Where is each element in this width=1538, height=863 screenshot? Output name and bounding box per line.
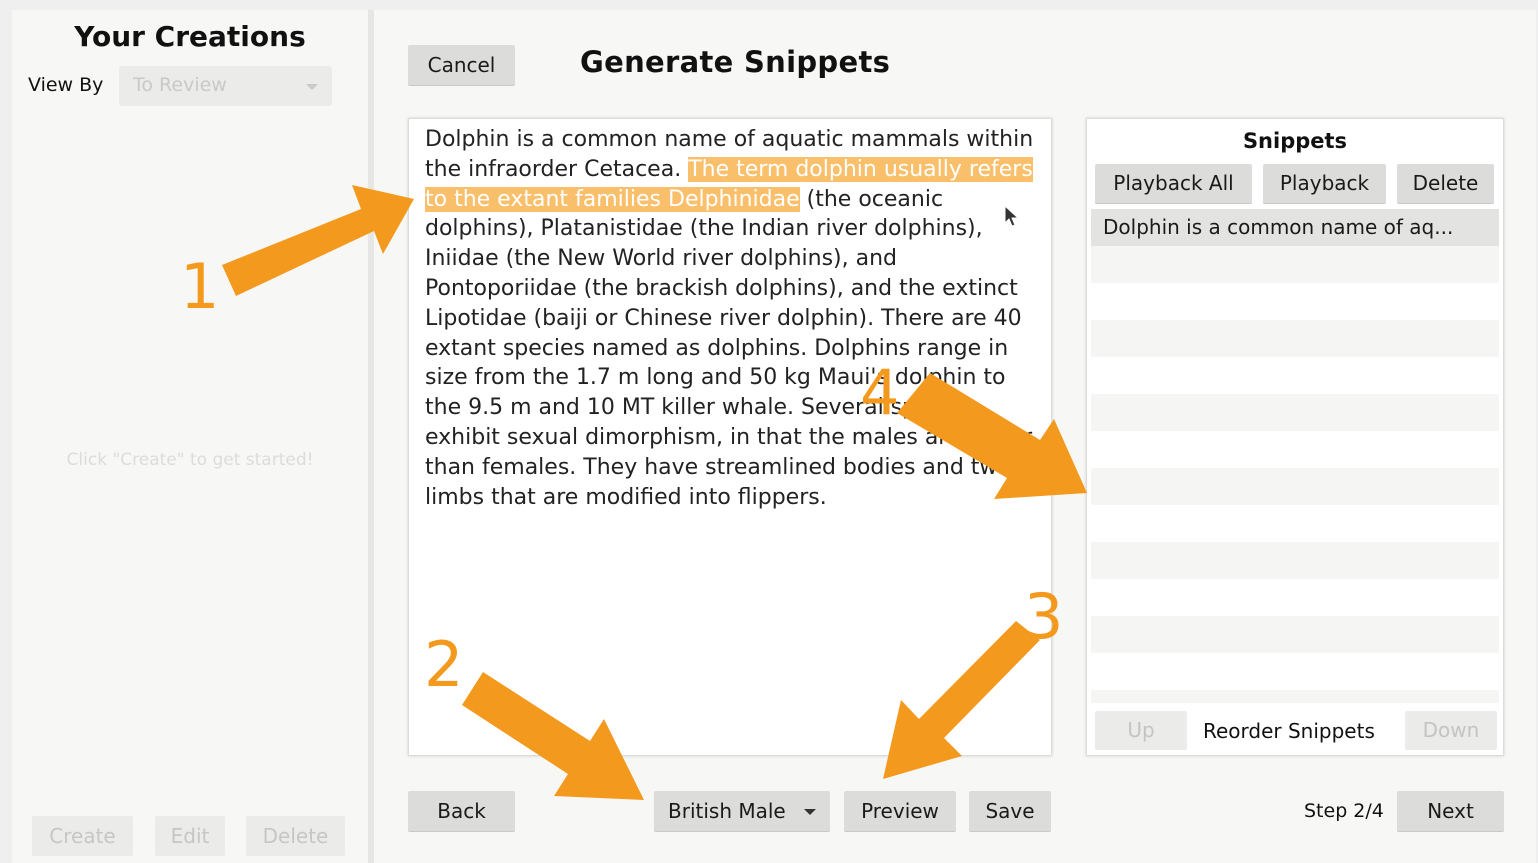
voice-value: British Male: [668, 799, 786, 823]
chevron-down-icon: [306, 84, 318, 90]
step-number-1: 1: [180, 250, 220, 323]
list-item: [1091, 542, 1499, 579]
list-item: [1091, 653, 1499, 690]
generate-snippets-panel: Cancel Generate Snippets Dolphin is a co…: [374, 10, 1536, 863]
create-button[interactable]: Create: [32, 816, 133, 856]
step-number-2: 2: [424, 628, 464, 701]
playback-button[interactable]: Playback: [1263, 164, 1386, 203]
back-button[interactable]: Back: [408, 791, 515, 831]
snippets-title: Snippets: [1242, 129, 1348, 153]
page-title: Generate Snippets: [580, 45, 891, 79]
empty-state-message: Click "Create" to get started!: [66, 450, 314, 470]
script-text-area[interactable]: Dolphin is a common name of aquatic mamm…: [408, 118, 1052, 756]
snippet-delete-button[interactable]: Delete: [1397, 164, 1494, 203]
script-text-rest: (the oceanic dolphins), Platanistidae (t…: [425, 186, 1033, 510]
reorder-snippets-label: Reorder Snippets: [1203, 719, 1375, 743]
chevron-down-icon: [804, 809, 816, 815]
snippets-panel: Snippets Playback All Playback Delete Do…: [1086, 118, 1504, 756]
move-down-button[interactable]: Down: [1405, 711, 1497, 750]
voice-select[interactable]: British Male: [654, 791, 830, 831]
list-item: [1091, 690, 1499, 703]
step-number-3: 3: [1024, 580, 1064, 653]
preview-button[interactable]: Preview: [844, 791, 956, 831]
move-up-button[interactable]: Up: [1095, 711, 1187, 750]
creations-sidebar: Your Creations View By To Review Click "…: [12, 10, 368, 863]
list-item: [1091, 579, 1499, 616]
step-number-4: 4: [860, 356, 900, 429]
snippet-item[interactable]: Dolphin is a common name of aq...: [1091, 209, 1499, 246]
view-by-value: To Review: [133, 74, 227, 96]
list-item: [1091, 505, 1499, 542]
snippets-list[interactable]: Dolphin is a common name of aq...: [1091, 209, 1499, 703]
sidebar-delete-button[interactable]: Delete: [246, 816, 345, 856]
list-item: [1091, 320, 1499, 357]
list-item: [1091, 357, 1499, 394]
save-button[interactable]: Save: [969, 791, 1051, 831]
playback-all-button[interactable]: Playback All: [1095, 164, 1252, 203]
sidebar-title: Your Creations: [74, 20, 306, 53]
list-item: [1091, 468, 1499, 505]
list-item: [1091, 283, 1499, 320]
mouse-cursor-icon: [1004, 205, 1020, 227]
list-item: [1091, 431, 1499, 468]
edit-button[interactable]: Edit: [155, 816, 225, 856]
list-item: [1091, 394, 1499, 431]
next-button[interactable]: Next: [1397, 791, 1504, 831]
list-item: [1091, 246, 1499, 283]
view-by-select[interactable]: To Review: [119, 66, 332, 106]
list-item: [1091, 616, 1499, 653]
view-by-label: View By: [28, 74, 104, 96]
step-indicator: Step 2/4: [1304, 800, 1384, 822]
cancel-button[interactable]: Cancel: [408, 45, 515, 85]
